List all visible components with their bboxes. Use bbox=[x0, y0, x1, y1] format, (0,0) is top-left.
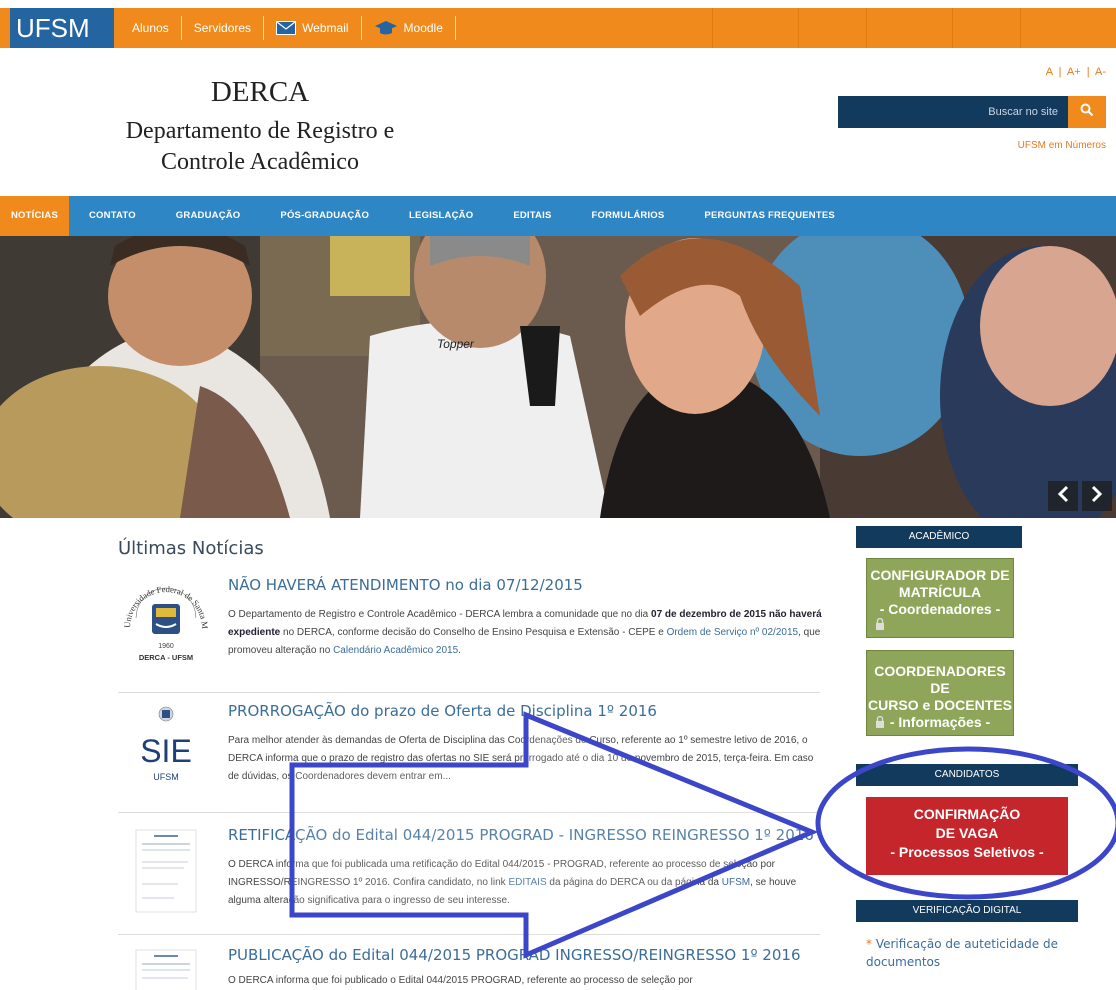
annotation-circle-icon bbox=[815, 746, 1116, 900]
annotation-overlay bbox=[289, 711, 1116, 959]
annotation-arrow-icon bbox=[289, 711, 819, 959]
